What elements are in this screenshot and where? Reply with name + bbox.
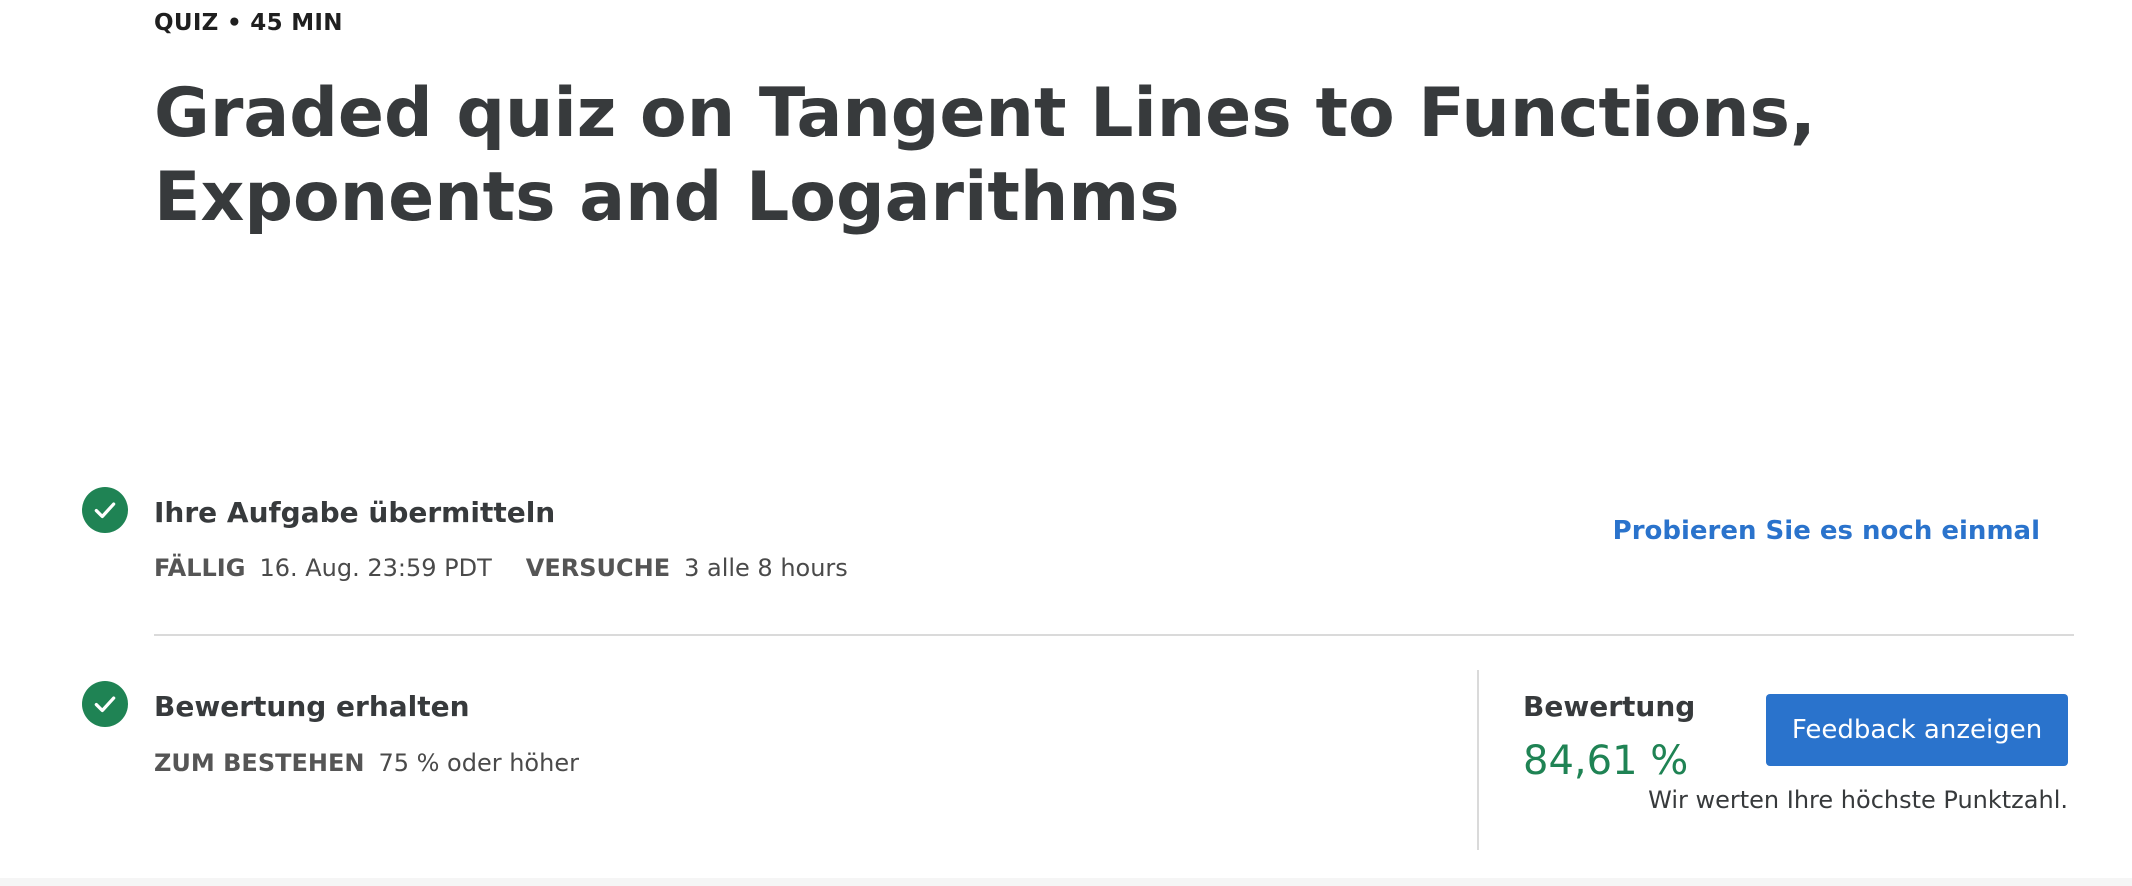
grade-step-title: Bewertung erhalten xyxy=(154,690,470,723)
check-icon xyxy=(94,696,116,713)
grade-check-icon xyxy=(82,681,128,727)
pass-label: ZUM BESTEHEN xyxy=(154,749,365,777)
attempts-value: 3 alle 8 hours xyxy=(684,554,848,582)
pass-value: 75 % oder höher xyxy=(378,749,579,777)
page-title: Graded quiz on Tangent Lines to Function… xyxy=(154,74,1816,237)
grade-label: Bewertung xyxy=(1523,690,1696,723)
feedback-button[interactable]: Feedback anzeigen xyxy=(1766,694,2068,766)
submit-step-meta: FÄLLIG 16. Aug. 23:59 PDT VERSUCHE 3 alle 8… xyxy=(154,554,882,582)
retry-link[interactable]: Probieren Sie es noch einmal xyxy=(1613,516,2040,546)
quiz-eyebrow: QUIZ • 45 MIN xyxy=(154,10,343,36)
submit-step-title: Ihre Aufgabe übermitteln xyxy=(154,496,556,529)
section-divider xyxy=(154,634,2074,636)
due-value: 16. Aug. 23:59 PDT xyxy=(259,554,492,582)
grade-divider xyxy=(1477,670,1479,850)
attempts-label: VERSUCHE xyxy=(525,554,671,582)
quiz-page: QUIZ • 45 MIN Graded quiz on Tangent Lin… xyxy=(0,0,2132,886)
footer-band xyxy=(0,878,2132,886)
due-label: FÄLLIG xyxy=(154,554,246,582)
check-icon xyxy=(94,502,116,519)
grade-step-meta: ZUM BESTEHEN 75 % oder höher xyxy=(154,749,613,777)
grade-note: Wir werten Ihre höchste Punktzahl. xyxy=(1648,786,2068,814)
submit-check-icon xyxy=(82,487,128,533)
grade-value: 84,61 % xyxy=(1523,738,1689,784)
